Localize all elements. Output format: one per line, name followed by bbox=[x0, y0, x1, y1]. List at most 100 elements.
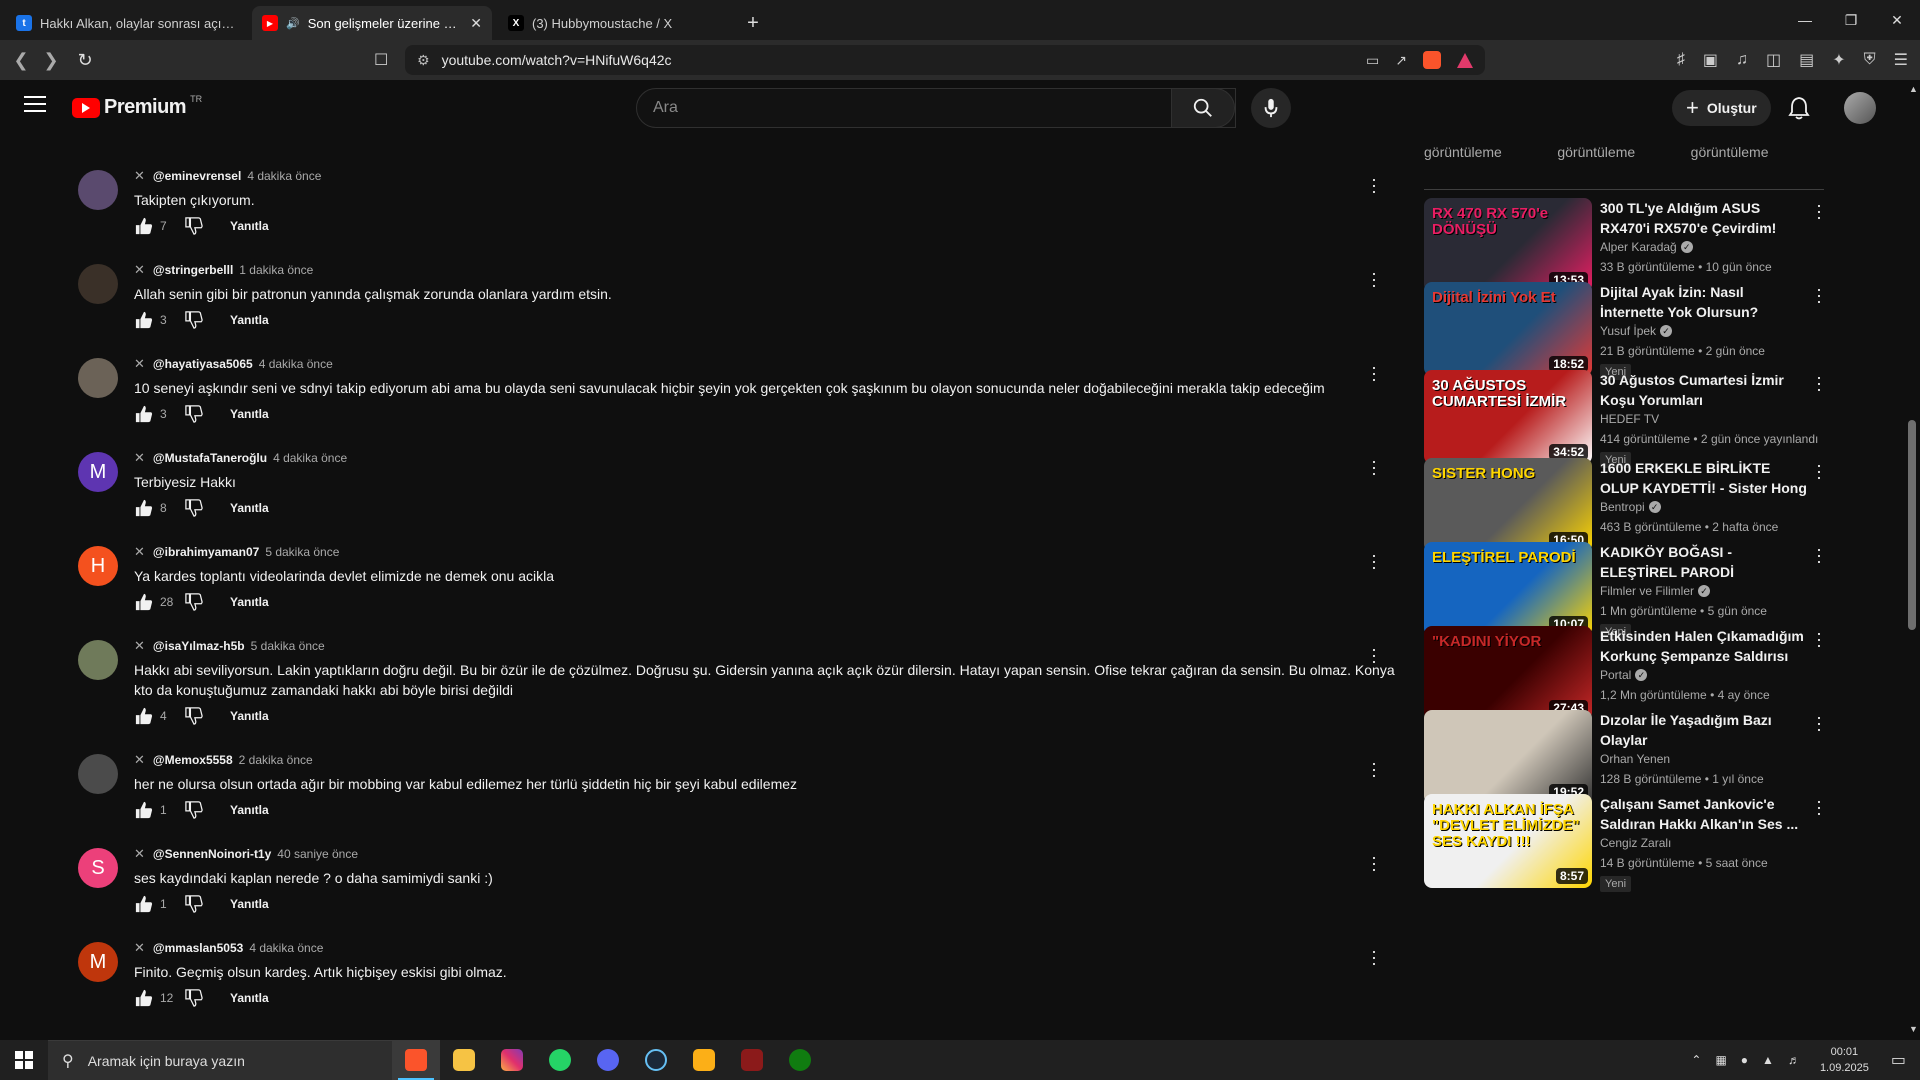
scroll-down-icon[interactable]: ▼ bbox=[1909, 1024, 1918, 1034]
youtube-premium-logo[interactable]: Premium TR bbox=[72, 94, 202, 119]
close-icon[interactable]: ✕ bbox=[134, 752, 145, 768]
comment-avatar[interactable] bbox=[78, 640, 118, 680]
channel-name[interactable]: Bentropi bbox=[1600, 500, 1645, 514]
dislike-icon[interactable] bbox=[184, 498, 204, 518]
comment-avatar[interactable]: M bbox=[78, 942, 118, 982]
like-icon[interactable] bbox=[134, 592, 154, 612]
channel-name[interactable]: Orhan Yenen bbox=[1600, 752, 1670, 766]
dislike-icon[interactable] bbox=[184, 592, 204, 612]
comment-time[interactable]: 1 dakika önce bbox=[239, 263, 313, 277]
taskbar-discord[interactable] bbox=[584, 1040, 632, 1080]
tray-overflow-icon[interactable]: ⌃ bbox=[1691, 1053, 1701, 1067]
channel-name[interactable]: Yusuf İpek bbox=[1600, 324, 1656, 338]
screenshot-icon[interactable]: ▣ bbox=[1703, 50, 1718, 70]
reply-button[interactable]: Yanıtla bbox=[230, 991, 269, 1005]
site-settings-icon[interactable]: ⚙ bbox=[417, 52, 430, 69]
comment-more-icon[interactable]: · · · bbox=[1368, 848, 1380, 878]
scrollbar-thumb[interactable] bbox=[1908, 420, 1916, 630]
video-thumbnail[interactable]: 19:52 bbox=[1424, 710, 1592, 804]
dislike-icon[interactable] bbox=[184, 404, 204, 424]
video-thumbnail[interactable]: ELEŞTİREL PARODİ 10:07 bbox=[1424, 542, 1592, 636]
clock[interactable]: 00:01 1.09.2025 bbox=[1820, 1044, 1869, 1076]
video-title[interactable]: Etkisinden Halen Çıkamadığım Korkunç Şem… bbox=[1600, 626, 1810, 666]
video-title[interactable]: Dijital Ayak İzin: Nasıl İnternette Yok … bbox=[1600, 282, 1810, 322]
forward-button[interactable]: ❯ bbox=[36, 45, 66, 75]
like-icon[interactable] bbox=[134, 800, 154, 820]
reply-button[interactable]: Yanıtla bbox=[230, 219, 269, 233]
close-icon[interactable]: ✕ bbox=[134, 638, 145, 654]
scroll-up-icon[interactable]: ▲ bbox=[1909, 84, 1918, 94]
comment-more-icon[interactable]: · · · bbox=[1368, 452, 1380, 482]
comment-more-icon[interactable]: · · · bbox=[1368, 754, 1380, 784]
video-title[interactable]: Dızolar İle Yaşadığım Bazı Olaylar bbox=[1600, 710, 1810, 750]
channel-name[interactable]: Alper Karadağ bbox=[1600, 240, 1677, 254]
video-more-icon[interactable]: · · · bbox=[1816, 456, 1822, 486]
close-icon[interactable]: ✕ bbox=[134, 846, 145, 862]
volume-icon[interactable]: ♬ bbox=[1788, 1053, 1800, 1067]
video-thumbnail[interactable]: HAKKI ALKAN İFŞA "DEVLET ELİMİZDE" SES K… bbox=[1424, 794, 1592, 888]
voice-search-button[interactable] bbox=[1251, 88, 1291, 128]
browser-tab[interactable]: ▶ 🔊 Son gelişmeler üzerine açıklama ✕ bbox=[252, 6, 492, 40]
back-button[interactable]: ❮ bbox=[6, 45, 36, 75]
comment-author[interactable]: @Memox5558 bbox=[153, 753, 233, 767]
video-more-icon[interactable]: · · · bbox=[1816, 624, 1822, 654]
comment-time[interactable]: 5 dakika önce bbox=[265, 545, 339, 559]
channel-name-row[interactable]: Portal ✓ bbox=[1600, 668, 1648, 682]
comment-author[interactable]: @hayatiyasa5065 bbox=[153, 357, 253, 371]
taskbar-steam[interactable] bbox=[632, 1040, 680, 1080]
video-title[interactable]: 30 Ağustos Cumartesi İzmir Koşu Yorumlar… bbox=[1600, 370, 1810, 410]
close-icon[interactable]: ✕ bbox=[134, 262, 145, 278]
extensions-icon[interactable]: ♯ bbox=[1677, 51, 1685, 69]
close-icon[interactable]: ✕ bbox=[134, 544, 145, 560]
like-icon[interactable] bbox=[134, 498, 154, 518]
video-thumbnail[interactable]: SISTER HONG 16:50 bbox=[1424, 458, 1592, 552]
channel-name-row[interactable]: Cengiz Zaralı bbox=[1600, 836, 1671, 850]
like-icon[interactable] bbox=[134, 216, 154, 236]
taskbar-file-explorer[interactable] bbox=[440, 1040, 488, 1080]
comment-time[interactable]: 4 dakika önce bbox=[249, 941, 323, 955]
like-icon[interactable] bbox=[134, 404, 154, 424]
taskbar-brave[interactable] bbox=[392, 1040, 440, 1080]
comment-author[interactable]: @MustafaTaneroğlu bbox=[153, 451, 267, 465]
tray-microphone-icon[interactable]: ● bbox=[1741, 1053, 1748, 1067]
video-thumbnail[interactable]: RX 470 RX 570'e DÖNÜŞÜ 13:53 bbox=[1424, 198, 1592, 292]
close-icon[interactable]: ✕ bbox=[134, 168, 145, 184]
comment-author[interactable]: @isaYılmaz-h5b bbox=[153, 639, 245, 653]
channel-name-row[interactable]: Alper Karadağ ✓ bbox=[1600, 240, 1693, 254]
reply-button[interactable]: Yanıtla bbox=[230, 501, 269, 515]
search-input[interactable] bbox=[653, 99, 1235, 117]
network-icon[interactable]: ▲ bbox=[1762, 1053, 1774, 1067]
comment-more-icon[interactable]: · · · bbox=[1368, 640, 1380, 670]
notifications-bell-icon[interactable] bbox=[1788, 96, 1810, 125]
create-button[interactable]: + Oluştur bbox=[1672, 90, 1771, 126]
vpn-icon[interactable]: ⛨ bbox=[1864, 51, 1876, 69]
comment-more-icon[interactable]: · · · bbox=[1368, 942, 1380, 972]
like-icon[interactable] bbox=[134, 706, 154, 726]
comment-author[interactable]: @mmaslan5053 bbox=[153, 941, 243, 955]
reply-button[interactable]: Yanıtla bbox=[230, 803, 269, 817]
dislike-icon[interactable] bbox=[184, 216, 204, 236]
comment-avatar[interactable] bbox=[78, 754, 118, 794]
comment-more-icon[interactable]: · · · bbox=[1368, 546, 1380, 576]
video-title[interactable]: 300 TL'ye Aldığım ASUS RX470'i RX570'e Ç… bbox=[1600, 198, 1810, 238]
wallet-icon[interactable]: ▤ bbox=[1799, 50, 1814, 70]
video-more-icon[interactable]: · · · bbox=[1816, 540, 1822, 570]
comment-time[interactable]: 5 dakika önce bbox=[251, 639, 325, 653]
comment-avatar[interactable]: S bbox=[78, 848, 118, 888]
media-icon[interactable]: ♫ bbox=[1736, 51, 1748, 69]
menu-icon[interactable]: ☰ bbox=[1894, 50, 1908, 70]
channel-name-row[interactable]: Yusuf İpek ✓ bbox=[1600, 324, 1673, 338]
url-field[interactable]: ⚙ youtube.com/watch?v=HNifuW6q42c ▭ ↗ bbox=[405, 45, 1485, 75]
comment-avatar[interactable]: M bbox=[78, 452, 118, 492]
taskbar-xbox[interactable] bbox=[776, 1040, 824, 1080]
video-more-icon[interactable]: · · · bbox=[1816, 280, 1822, 310]
sidebar-icon[interactable]: ◫ bbox=[1766, 50, 1781, 70]
reload-button[interactable]: ↻ bbox=[70, 45, 100, 75]
guide-menu-icon[interactable] bbox=[24, 96, 46, 117]
like-icon[interactable] bbox=[134, 988, 154, 1008]
search-button[interactable] bbox=[1171, 88, 1235, 128]
comment-more-icon[interactable]: · · · bbox=[1368, 358, 1380, 388]
page-scrollbar[interactable]: ▲ ▼ bbox=[1906, 80, 1920, 1040]
minimize-button[interactable]: — bbox=[1782, 0, 1828, 40]
channel-name-row[interactable]: Bentropi ✓ bbox=[1600, 500, 1661, 514]
